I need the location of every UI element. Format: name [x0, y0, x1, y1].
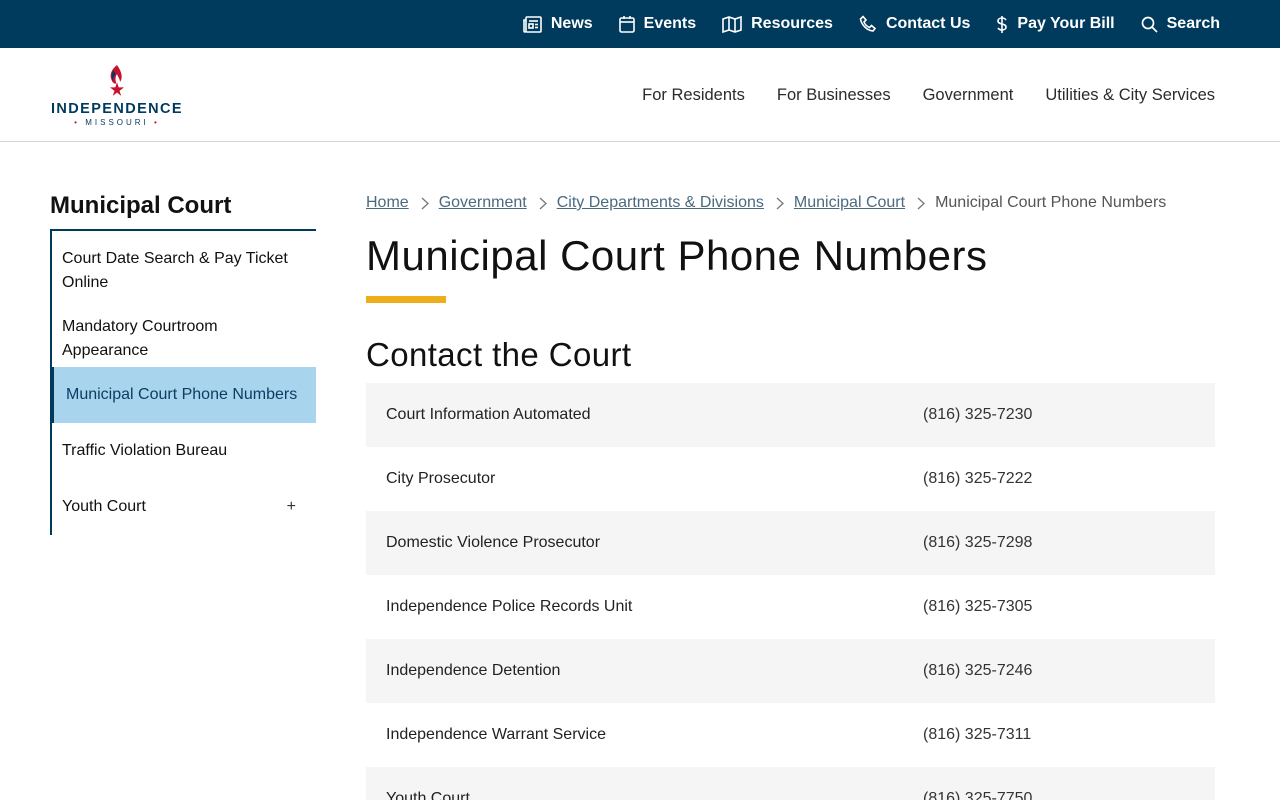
site-logo[interactable]: INDEPENDENCE • MISSOURI • — [50, 64, 190, 128]
breadcrumb-municipal-court[interactable]: Municipal Court — [794, 194, 905, 212]
contact-name: Independence Warrant Service — [386, 726, 606, 743]
sidebar-item-label: Municipal Court Phone Numbers — [66, 386, 298, 403]
page-title: Municipal Court Phone Numbers — [366, 232, 988, 279]
search-icon — [1141, 16, 1158, 33]
logo-subtitle: • MISSOURI • — [50, 118, 184, 127]
sidebar-item-court-date-search[interactable]: Court Date Search & Pay Ticket Online — [52, 231, 316, 311]
sidebar-item-phone-numbers-active[interactable]: Municipal Court Phone Numbers — [50, 367, 316, 423]
utility-resources-link[interactable]: Resources — [722, 15, 833, 33]
contact-name: Youth Court — [386, 790, 470, 800]
calendar-icon — [618, 16, 635, 33]
phone-number[interactable]: (816) 325-7222 — [923, 470, 1215, 488]
chevron-right-icon — [539, 197, 547, 209]
sidebar-item-youth-court[interactable]: Youth Court + — [52, 479, 316, 535]
utility-contact-label: Contact Us — [885, 15, 971, 32]
contact-name: Independence Police Records Unit — [386, 598, 633, 615]
nav-government[interactable]: Government — [923, 86, 1014, 105]
section-title: Contact the Court — [366, 336, 632, 373]
sidebar-title: Municipal Court — [50, 192, 232, 219]
utility-news-link[interactable]: News — [523, 15, 593, 33]
sidebar-item-label: Youth Court — [62, 498, 146, 515]
breadcrumb-government[interactable]: Government — [439, 194, 527, 212]
utility-news-label: News — [550, 15, 593, 32]
sidebar-item-traffic-violation-bureau[interactable]: Traffic Violation Bureau — [52, 423, 316, 479]
phone-icon — [859, 15, 877, 32]
expand-plus-icon[interactable]: + — [287, 495, 296, 519]
contact-name: City Prosecutor — [386, 470, 496, 487]
logo-subtitle-text: MISSOURI — [85, 118, 149, 127]
main-nav: For Residents For Businesses Government … — [642, 86, 1215, 105]
breadcrumb-city-departments[interactable]: City Departments & Divisions — [557, 194, 764, 212]
phone-number[interactable]: (816) 325-7246 — [923, 662, 1215, 680]
site-header: INDEPENDENCE • MISSOURI • For Residents … — [0, 48, 1280, 142]
chevron-right-icon — [776, 197, 784, 209]
phone-number[interactable]: (816) 325-7305 — [923, 598, 1215, 616]
newspaper-icon — [523, 15, 542, 33]
table-row: Domestic Violence Prosecutor (816) 325-7… — [366, 511, 1215, 575]
chevron-right-icon — [421, 197, 429, 209]
breadcrumb: Home Government City Departments & Divis… — [366, 194, 1166, 212]
utility-resources-label: Resources — [751, 15, 833, 32]
flame-star-logo-icon — [107, 65, 127, 98]
sidebar-item-label: Mandatory Courtroom Appearance — [62, 318, 218, 359]
chevron-right-icon — [917, 197, 926, 209]
utility-search-link[interactable]: Search — [1141, 15, 1220, 33]
sidebar-item-label: Traffic Violation Bureau — [62, 442, 228, 459]
phone-number[interactable]: (816) 325-7298 — [923, 534, 1215, 552]
phone-number[interactable]: (816) 325-7311 — [923, 726, 1215, 744]
table-row: Independence Warrant Service (816) 325-7… — [366, 703, 1215, 767]
utility-events-label: Events — [643, 15, 697, 32]
dollar-icon — [997, 15, 1008, 33]
contact-name: Independence Detention — [386, 662, 561, 679]
phone-number[interactable]: (816) 325-7230 — [923, 406, 1215, 424]
logo-name: INDEPENDENCE — [50, 101, 183, 117]
contact-name: Court Information Automated — [386, 406, 591, 423]
sidebar-nav: Court Date Search & Pay Ticket Online Ma… — [50, 229, 316, 535]
table-row: City Prosecutor (816) 325-7222 — [366, 447, 1215, 511]
utility-pay-bill-link[interactable]: Pay Your Bill — [996, 15, 1115, 34]
title-accent-bar — [366, 296, 446, 303]
table-row: Youth Court (816) 325-7750 — [366, 767, 1215, 800]
breadcrumb-home[interactable]: Home — [366, 194, 409, 212]
utility-events-link[interactable]: Events — [618, 15, 697, 33]
logo-dot-right: • — [154, 118, 160, 127]
nav-utilities-city-services[interactable]: Utilities & City Services — [1045, 86, 1215, 105]
nav-for-residents[interactable]: For Residents — [642, 86, 745, 105]
table-row: Independence Detention (816) 325-7246 — [366, 639, 1215, 703]
table-row: Court Information Automated (816) 325-72… — [366, 383, 1215, 447]
breadcrumb-current: Municipal Court Phone Numbers — [935, 194, 1167, 211]
contact-name: Domestic Violence Prosecutor — [386, 534, 601, 551]
utility-bar: News Events Resources Contact Us Pay You… — [0, 0, 1280, 48]
table-row: Independence Police Records Unit (816) 3… — [366, 575, 1215, 639]
phone-table: Court Information Automated (816) 325-72… — [366, 383, 1215, 800]
utility-contact-link[interactable]: Contact Us — [859, 15, 970, 33]
utility-pay-bill-label: Pay Your Bill — [1017, 15, 1115, 32]
phone-number[interactable]: (816) 325-7750 — [923, 790, 1215, 800]
sidebar-item-label: Court Date Search & Pay Ticket Online — [62, 250, 288, 291]
utility-nav: News Events Resources Contact Us Pay You… — [523, 0, 1220, 48]
utility-search-label: Search — [1166, 15, 1220, 32]
nav-for-businesses[interactable]: For Businesses — [777, 86, 891, 105]
map-icon — [722, 15, 742, 33]
sidebar-item-mandatory-appearance[interactable]: Mandatory Courtroom Appearance — [52, 311, 316, 367]
logo-dot-left: • — [74, 118, 80, 127]
